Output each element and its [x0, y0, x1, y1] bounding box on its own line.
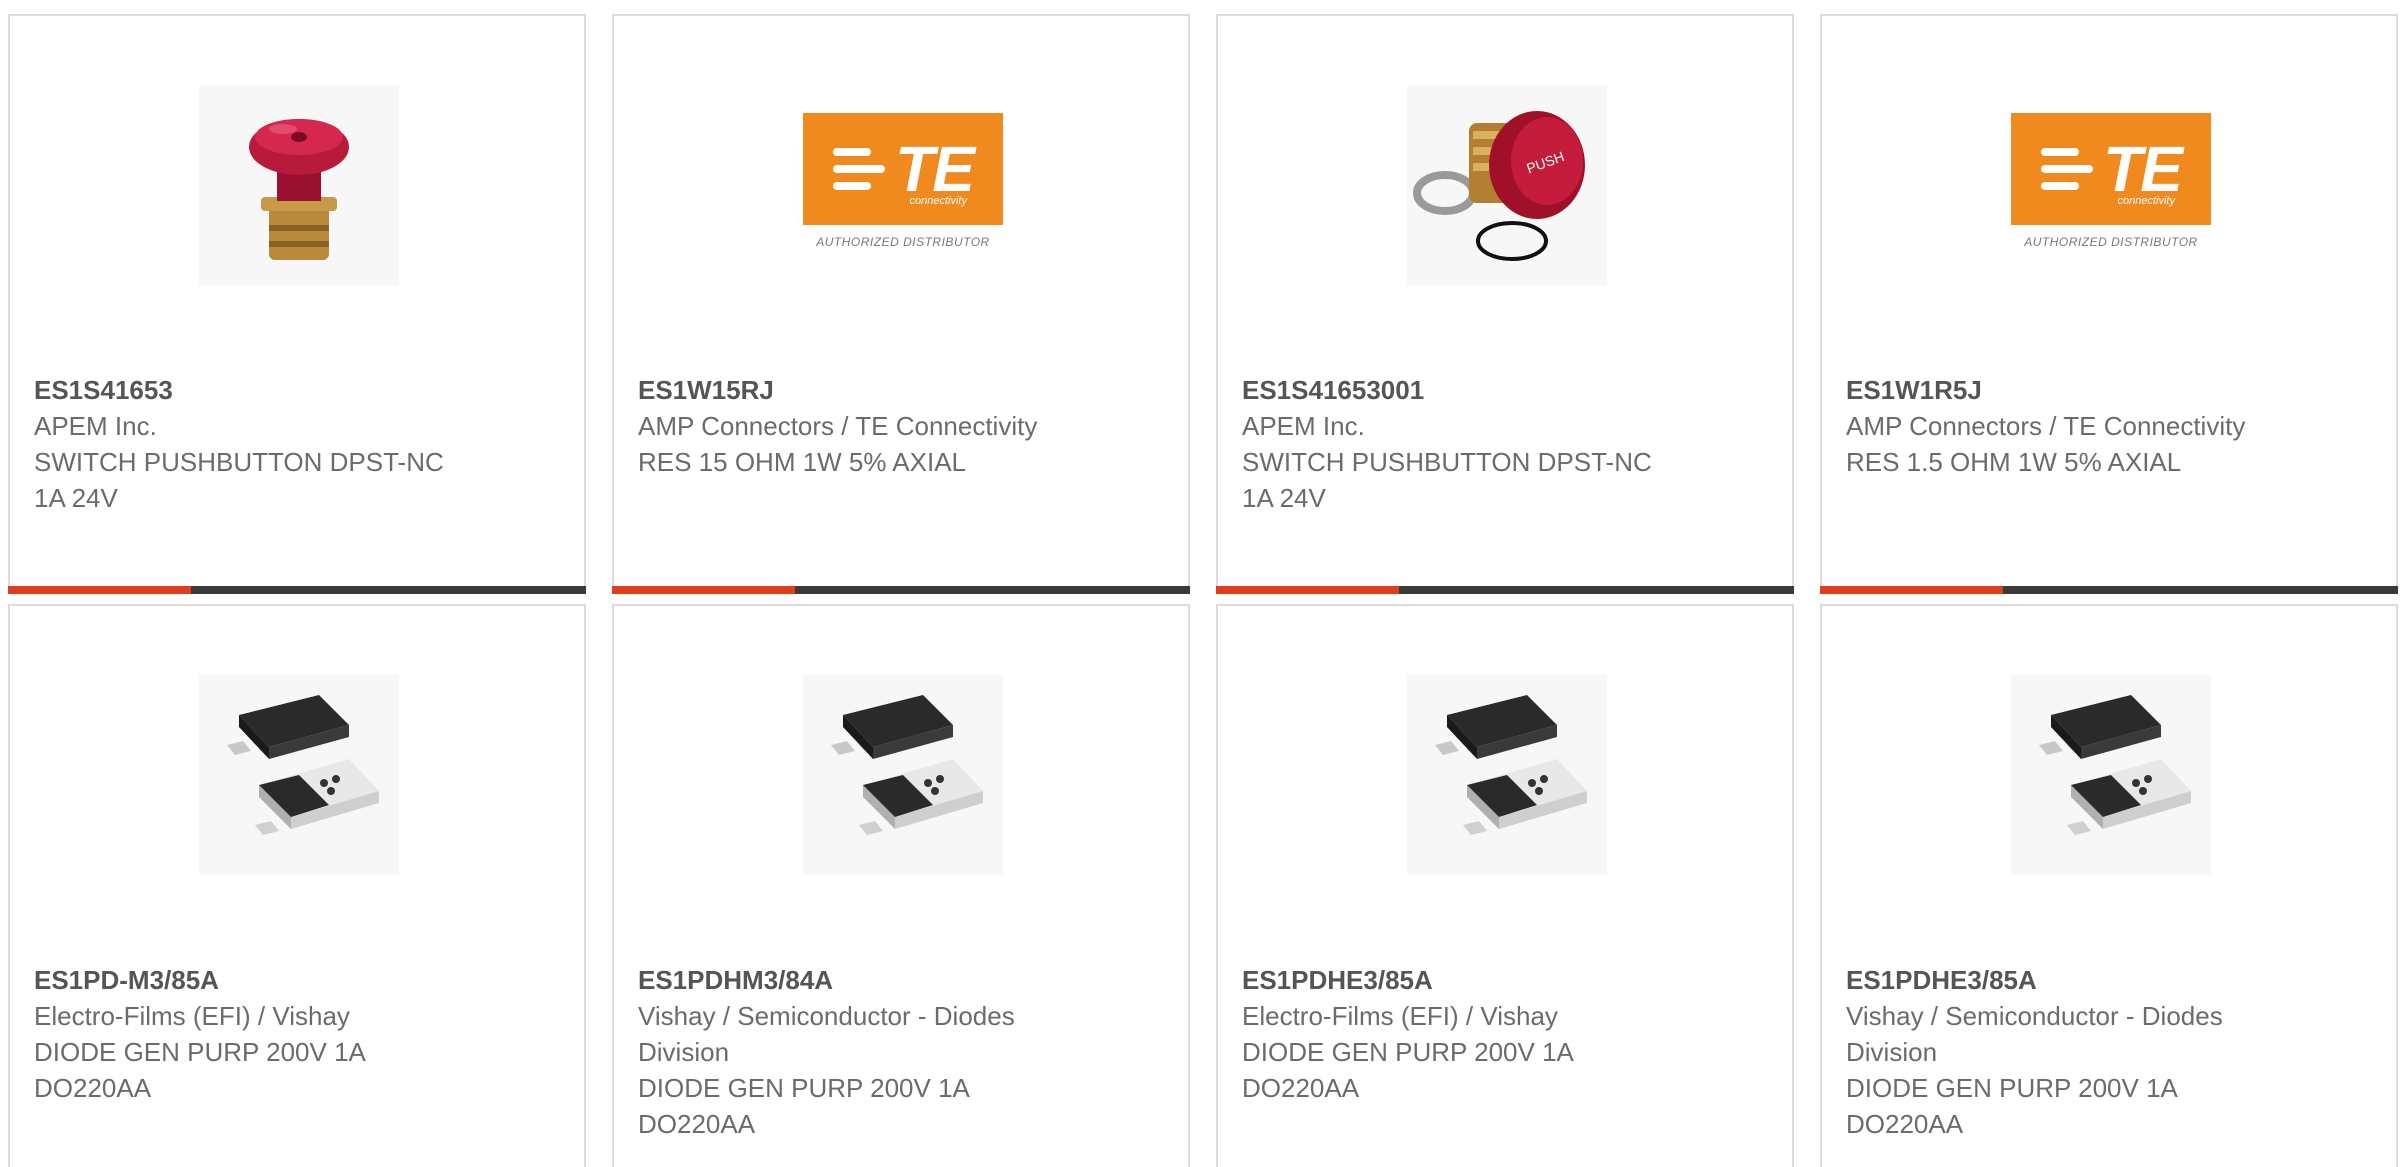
te-logo-text: TE: [895, 132, 975, 205]
card-progress-bar: [612, 586, 1190, 594]
description: DIODE GEN PURP 200V 1A DO220AA: [1846, 1073, 2177, 1139]
product-card[interactable]: TE connectivity AUTHORIZED DISTRIBUTOR E…: [612, 14, 1190, 594]
smd-diode-icon: [1407, 675, 1607, 875]
product-card[interactable]: ES1PDHE3/85A Electro-Films (EFI) / Visha…: [1216, 604, 1794, 1167]
product-card[interactable]: ES1PDHE3/85A Vishay / Semiconductor - Di…: [1820, 604, 2398, 1167]
te-logo-tagline: AUTHORIZED DISTRIBUTOR: [816, 234, 990, 249]
card-progress-bar: [8, 586, 586, 594]
product-card[interactable]: ES1PDHM3/84A Vishay / Semiconductor - Di…: [612, 604, 1190, 1167]
product-grid: ES1S41653 APEM Inc. SWITCH PUSHBUTTON DP…: [0, 0, 2400, 1167]
description: RES 15 OHM 1W 5% AXIAL: [638, 447, 967, 477]
manufacturer: Electro-Films (EFI) / Vishay: [1242, 1001, 1558, 1031]
te-logo: TE connectivity AUTHORIZED DISTRIBUTOR: [2011, 85, 2211, 285]
manufacturer: AMP Connectors / TE Connectivity: [638, 411, 1038, 441]
manufacturer: APEM Inc.: [34, 411, 157, 441]
product-card[interactable]: ES1PD-M3/85A Electro-Films (EFI) / Visha…: [8, 604, 586, 1167]
smd-diode-icon: [199, 675, 399, 875]
description: SWITCH PUSHBUTTON DPST-NC 1A 24V: [34, 447, 444, 513]
part-number[interactable]: ES1W1R5J: [1846, 372, 2276, 408]
card-progress-bar: [1820, 586, 2398, 594]
part-number[interactable]: ES1S41653001: [1242, 372, 1672, 408]
manufacturer: Vishay / Semiconductor - Diodes Division: [638, 1001, 1015, 1067]
te-logo-text: TE: [2103, 132, 2183, 205]
te-logo-sub: connectivity: [909, 194, 967, 207]
product-card[interactable]: ES1S41653 APEM Inc. SWITCH PUSHBUTTON DP…: [8, 14, 586, 594]
red-pushbutton-icon: [199, 85, 399, 285]
manufacturer: Electro-Films (EFI) / Vishay: [34, 1001, 350, 1031]
product-card[interactable]: TE connectivity AUTHORIZED DISTRIBUTOR E…: [1820, 14, 2398, 594]
te-logo-sub: connectivity: [2117, 194, 2175, 207]
card-progress-bar: [1216, 586, 1794, 594]
manufacturer: APEM Inc.: [1242, 411, 1365, 441]
description: DIODE GEN PURP 200V 1A DO220AA: [638, 1073, 969, 1139]
description: DIODE GEN PURP 200V 1A DO220AA: [1242, 1037, 1573, 1103]
smd-diode-icon: [2011, 675, 2211, 875]
manufacturer: Vishay / Semiconductor - Diodes Division: [1846, 1001, 2223, 1067]
smd-diode-icon: [803, 675, 1003, 875]
part-number[interactable]: ES1PDHE3/85A: [1242, 962, 1672, 998]
te-logo-tagline: AUTHORIZED DISTRIBUTOR: [2024, 234, 2198, 249]
description: RES 1.5 OHM 1W 5% AXIAL: [1846, 447, 2182, 477]
part-number[interactable]: ES1PDHE3/85A: [1846, 962, 2276, 998]
part-number[interactable]: ES1PDHM3/84A: [638, 962, 1068, 998]
part-number[interactable]: ES1S41653: [34, 372, 464, 408]
part-number[interactable]: ES1PD-M3/85A: [34, 962, 464, 998]
product-card[interactable]: PUSH ES1S41653001 APEM Inc. SWITCH PUSHB…: [1216, 14, 1794, 594]
red-push-switch-icon: PUSH: [1407, 85, 1607, 285]
part-number[interactable]: ES1W15RJ: [638, 372, 1068, 408]
description: SWITCH PUSHBUTTON DPST-NC 1A 24V: [1242, 447, 1652, 513]
manufacturer: AMP Connectors / TE Connectivity: [1846, 411, 2246, 441]
te-logo: TE connectivity AUTHORIZED DISTRIBUTOR: [803, 85, 1003, 285]
description: DIODE GEN PURP 200V 1A DO220AA: [34, 1037, 365, 1103]
